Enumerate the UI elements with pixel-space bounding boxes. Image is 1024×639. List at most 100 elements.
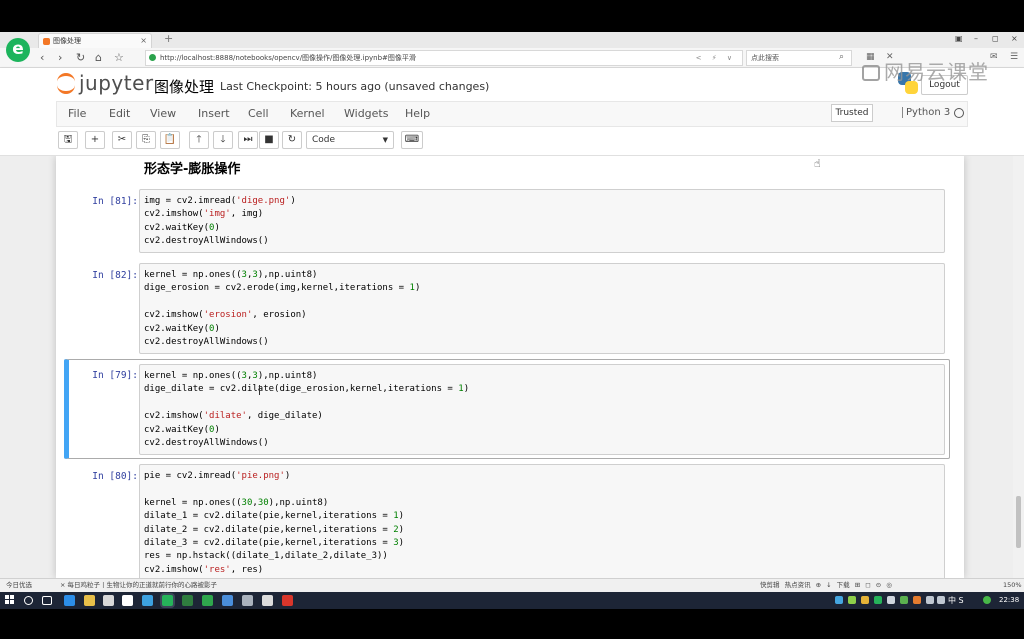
code-line: dilate_1 = cv2.dilate(pie,kernel,iterati… <box>144 511 405 522</box>
cell-prompt: In [82]: <box>92 270 138 281</box>
close-window-icon[interactable]: × <box>1011 34 1018 43</box>
mail-app-icon[interactable] <box>122 595 133 606</box>
code-cell-selected[interactable]: In [79]: kernel = np.ones((3,3),np.uint8… <box>64 359 950 459</box>
watermark-text: 网易云课堂 <box>884 60 989 84</box>
secure-icon <box>149 54 156 61</box>
menu-edit[interactable]: Edit <box>109 107 130 120</box>
zoom-level[interactable]: 150% <box>1003 579 1022 592</box>
move-up-button[interactable]: 🡑 <box>189 131 209 149</box>
reload-icon[interactable]: ↻ <box>76 50 85 65</box>
menu-insert[interactable]: Insert <box>198 107 230 120</box>
tray-icon[interactable] <box>900 596 908 604</box>
status-tools[interactable]: 快剪辑 热点资讯 ⊕ ↓ 下载 ⊞ ◻ ⊝ ◎ <box>760 579 892 592</box>
scrollbar-thumb[interactable] <box>1016 496 1021 548</box>
store-icon[interactable] <box>103 595 114 606</box>
menu-widgets[interactable]: Widgets <box>344 107 388 120</box>
menu-cell[interactable]: Cell <box>248 107 269 120</box>
run-button[interactable]: ⏭ <box>238 131 258 149</box>
paste-button[interactable]: 📋 <box>160 131 180 149</box>
text-cursor <box>259 385 260 395</box>
app-icon[interactable] <box>222 595 233 606</box>
restart-button[interactable]: ↻ <box>282 131 302 149</box>
tray-icon[interactable] <box>887 596 895 604</box>
browser-menu-icon[interactable]: ☰ <box>1010 52 1018 62</box>
tray-icon[interactable] <box>861 596 869 604</box>
forward-icon[interactable]: › <box>58 50 62 65</box>
code-cell[interactable]: In [80]: pie = cv2.imread('pie.png') ker… <box>64 464 950 578</box>
app-icon[interactable] <box>142 595 153 606</box>
code-line: cv2.imshow('dilate', dige_dilate) <box>144 411 323 422</box>
save-button[interactable]: 🖫 <box>58 131 78 149</box>
search-icon[interactable]: ⌕ <box>839 52 844 62</box>
minimize-icon[interactable]: – <box>974 34 978 43</box>
address-bar[interactable]: http://localhost:8888/notebooks/opencv/图… <box>145 50 743 66</box>
app-icon[interactable] <box>182 595 193 606</box>
taskbar-clock[interactable]: 22:38 <box>999 596 1019 604</box>
maximize-icon[interactable]: ◻ <box>992 34 999 43</box>
tray-icon[interactable] <box>983 596 991 604</box>
watermark-icon <box>862 65 880 81</box>
browser-tab-title: 图像处理 <box>53 37 81 45</box>
jupyter-logo-text[interactable]: jupyter <box>79 71 154 95</box>
code-line: cv2.destroyAllWindows() <box>144 336 269 347</box>
markdown-heading: 形态学-膨胀操作 <box>144 162 241 177</box>
star-icon[interactable]: ☆ <box>114 50 124 65</box>
menu-file[interactable]: File <box>68 107 86 120</box>
insert-cell-button[interactable]: + <box>85 131 105 149</box>
network-icon[interactable] <box>926 596 934 604</box>
code-line: cv2.destroyAllWindows() <box>144 437 269 448</box>
copy-button[interactable]: ⎘ <box>136 131 156 149</box>
move-down-button[interactable]: 🡓 <box>213 131 233 149</box>
tray-icon[interactable] <box>913 596 921 604</box>
command-palette-button[interactable]: ⌨ <box>401 131 423 149</box>
task-view-icon[interactable] <box>42 596 52 605</box>
cut-button[interactable]: ✂ <box>112 131 132 149</box>
status-news-ticker[interactable]: × 每日鸡粒子丨生物让你的正道就前行你的心路被影子 <box>60 579 217 592</box>
cell-input[interactable]: pie = cv2.imread('pie.png') kernel = np.… <box>139 464 945 578</box>
cell-input[interactable]: kernel = np.ones((3,3),np.uint8) dige_er… <box>139 263 945 354</box>
kernel-name[interactable]: Python 3 <box>902 107 950 118</box>
cell-input[interactable]: kernel = np.ones((3,3),np.uint8) dige_di… <box>139 364 945 455</box>
input-method-indicator[interactable]: 中 S <box>948 595 964 606</box>
volume-icon[interactable] <box>937 596 945 604</box>
app-icon[interactable] <box>262 595 273 606</box>
new-tab-button[interactable]: + <box>164 32 173 45</box>
tray-icon[interactable] <box>835 596 843 604</box>
edge-browser-icon[interactable] <box>64 595 75 606</box>
cell-input[interactable]: img = cv2.imread('dige.png') cv2.imshow(… <box>139 189 945 253</box>
windows-start-icon[interactable] <box>5 595 15 605</box>
app-icon[interactable] <box>202 595 213 606</box>
code-cell[interactable]: In [82]: kernel = np.ones((3,3),np.uint8… <box>64 263 950 354</box>
close-tab-icon[interactable]: × <box>140 34 147 48</box>
back-icon[interactable]: ‹ <box>40 50 44 65</box>
code-cell[interactable]: In [81]: img = cv2.imread('dige.png') cv… <box>64 189 950 253</box>
browser-tab[interactable]: 图像处理 × <box>38 33 152 48</box>
trusted-indicator[interactable]: Trusted <box>831 104 873 122</box>
address-actions[interactable]: < ⚡ ∨ <box>696 51 736 65</box>
cell-type-select[interactable]: Code ▼ <box>306 131 394 149</box>
jupyter-logo-icon[interactable] <box>57 73 75 95</box>
browser-taskbar-icon[interactable] <box>162 595 173 606</box>
window-menu-icon[interactable]: ▣ <box>955 34 963 43</box>
home-icon[interactable]: ⌂ <box>95 50 102 65</box>
browser-search-input[interactable]: 点此搜索 <box>746 50 852 66</box>
tray-icon[interactable] <box>848 596 856 604</box>
mail-icon[interactable]: ✉ <box>990 52 998 62</box>
menu-help[interactable]: Help <box>405 107 430 120</box>
tray-icon[interactable] <box>874 596 882 604</box>
file-explorer-icon[interactable] <box>84 595 95 606</box>
app-icon[interactable] <box>242 595 253 606</box>
code-line: kernel = np.ones((3,3),np.uint8) <box>144 270 318 280</box>
menu-view[interactable]: View <box>150 107 176 120</box>
notebook-title[interactable]: 图像处理 <box>154 76 214 97</box>
code-line: cv2.imshow('erosion', erosion) <box>144 310 307 321</box>
status-daily-pick[interactable]: 今日优选 <box>6 579 32 592</box>
menu-kernel[interactable]: Kernel <box>290 107 325 120</box>
interrupt-button[interactable]: ■ <box>259 131 279 149</box>
app-icon[interactable] <box>282 595 293 606</box>
code-line: cv2.imshow('res', res) <box>144 564 264 575</box>
watermark-logo: 网易云课堂 <box>862 56 989 85</box>
code-line: cv2.waitKey(0) <box>144 424 220 435</box>
search-icon[interactable] <box>24 596 33 605</box>
